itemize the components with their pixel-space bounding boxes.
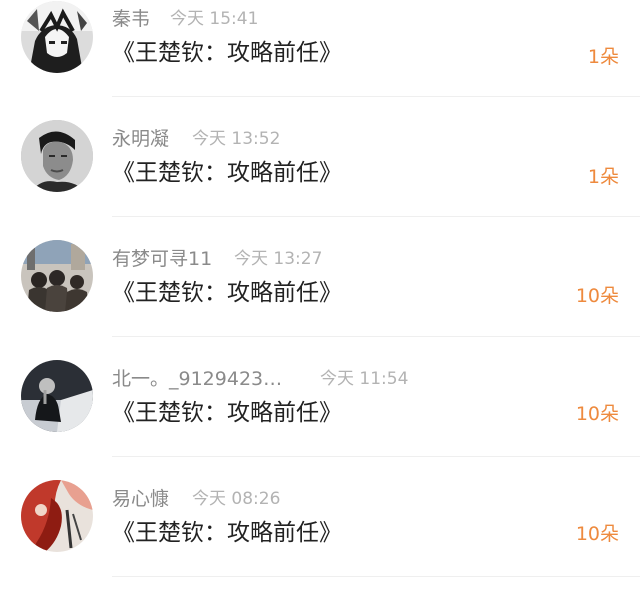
username[interactable]: 永明凝 bbox=[112, 127, 192, 151]
comment-list: 秦韦 今天 15:41 《王楚钦：攻略前任》 1朵 永明凝 今天 13:52 《王楚… bbox=[0, 0, 640, 585]
avatar-dark-figure-icon bbox=[21, 360, 93, 432]
item-meta: 有梦可寻11 今天 13:27 bbox=[112, 247, 322, 271]
list-item[interactable]: 秦韦 今天 15:41 《王楚钦：攻略前任》 1朵 bbox=[0, 0, 640, 120]
list-item[interactable]: 永明凝 今天 13:52 《王楚钦：攻略前任》 1朵 bbox=[0, 120, 640, 240]
item-meta: 易心慷 今天 08:26 bbox=[112, 487, 280, 511]
avatar[interactable] bbox=[21, 120, 93, 192]
list-item[interactable]: 有梦可寻11 今天 13:27 《王楚钦：攻略前任》 10朵 bbox=[0, 240, 640, 360]
message-text: 《王楚钦：攻略前任》 bbox=[112, 280, 342, 306]
divider bbox=[112, 576, 640, 577]
message-text: 《王楚钦：攻略前任》 bbox=[112, 520, 342, 546]
avatar[interactable] bbox=[21, 240, 93, 312]
timestamp: 今天 13:27 bbox=[234, 249, 323, 269]
gift-count: 10朵 bbox=[575, 523, 619, 545]
divider bbox=[112, 96, 640, 97]
avatar[interactable] bbox=[21, 1, 93, 73]
avatar-anime-portrait-bw-icon bbox=[21, 1, 93, 73]
divider bbox=[112, 456, 640, 457]
gift-count: 10朵 bbox=[575, 403, 619, 425]
avatar-red-art-icon bbox=[21, 480, 93, 552]
divider bbox=[112, 216, 640, 217]
username[interactable]: 易心慷 bbox=[112, 487, 192, 511]
message-text: 《王楚钦：攻略前任》 bbox=[112, 40, 342, 66]
timestamp: 今天 15:41 bbox=[170, 9, 259, 29]
username[interactable]: 北一。_9129423… bbox=[112, 367, 320, 391]
timestamp: 今天 13:52 bbox=[192, 129, 281, 149]
timestamp: 今天 08:26 bbox=[192, 489, 281, 509]
username[interactable]: 秦韦 bbox=[112, 7, 170, 31]
gift-count: 10朵 bbox=[575, 285, 619, 307]
username[interactable]: 有梦可寻11 bbox=[112, 247, 234, 271]
item-meta: 永明凝 今天 13:52 bbox=[112, 127, 280, 151]
gift-count: 1朵 bbox=[587, 46, 619, 68]
item-meta: 北一。_9129423… 今天 11:54 bbox=[112, 367, 408, 391]
avatar-group-scene-icon bbox=[21, 240, 93, 312]
list-item[interactable]: 北一。_9129423… 今天 11:54 《王楚钦：攻略前任》 10朵 bbox=[0, 360, 640, 480]
avatar[interactable] bbox=[21, 480, 93, 552]
divider bbox=[112, 336, 640, 337]
gift-count: 1朵 bbox=[587, 166, 619, 188]
avatar[interactable] bbox=[21, 360, 93, 432]
timestamp: 今天 11:54 bbox=[320, 369, 409, 389]
avatar-man-portrait-bw-icon bbox=[21, 120, 93, 192]
list-item[interactable]: 易心慷 今天 08:26 《王楚钦：攻略前任》 10朵 bbox=[0, 480, 640, 600]
item-meta: 秦韦 今天 15:41 bbox=[112, 7, 258, 31]
message-text: 《王楚钦：攻略前任》 bbox=[112, 400, 342, 426]
message-text: 《王楚钦：攻略前任》 bbox=[112, 160, 342, 186]
